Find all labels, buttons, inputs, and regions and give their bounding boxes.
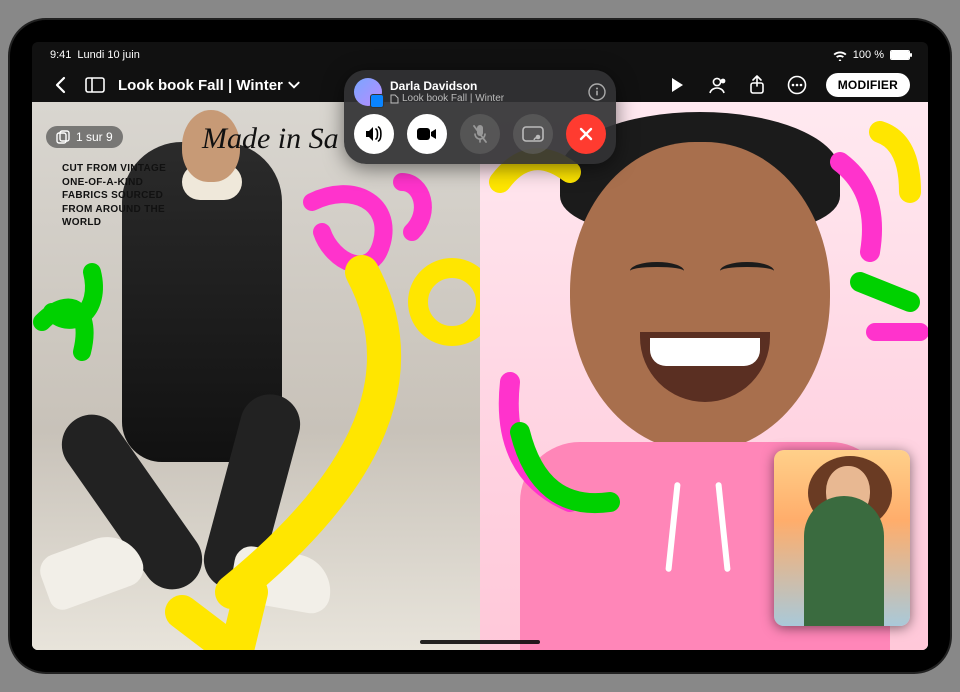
headline-text: Made in Sa: [202, 122, 339, 156]
facetime-avatar: [354, 78, 382, 106]
page-left: Made in Sa CUT FROM VINTAGE ONE-OF-A-KIN…: [32, 102, 480, 650]
facetime-info-button[interactable]: [588, 83, 606, 101]
battery-percent: 100 %: [853, 49, 884, 61]
chevron-down-icon: [287, 78, 301, 92]
facetime-subtitle: Look book Fall | Winter: [402, 93, 504, 104]
document-icon: [390, 94, 399, 104]
collaborate-button[interactable]: [706, 74, 728, 96]
speaker-button[interactable]: [354, 114, 394, 154]
sidebar-icon[interactable]: [84, 74, 106, 96]
doc-title[interactable]: Look book Fall | Winter: [118, 77, 301, 94]
side-text: CUT FROM VINTAGE ONE-OF-A-KIND FABRICS S…: [62, 162, 172, 230]
more-button[interactable]: [786, 74, 808, 96]
status-time: 9:41: [50, 49, 71, 61]
mute-button[interactable]: [460, 114, 500, 154]
facetime-hud[interactable]: Darla Davidson Look book Fall | Winter: [344, 70, 616, 164]
portrait-figure: [570, 142, 830, 452]
status-date: Lundi 10 juin: [77, 49, 139, 61]
status-bar: 9:41 Lundi 10 juin 100 %: [32, 46, 928, 64]
page-counter[interactable]: 1 sur 9: [46, 126, 123, 148]
shareplay-button[interactable]: [513, 114, 553, 154]
home-indicator: [420, 640, 540, 644]
status-right: 100 %: [833, 49, 910, 61]
end-call-button[interactable]: [566, 114, 606, 154]
doc-title-text: Look book Fall | Winter: [118, 77, 283, 94]
facetime-name: Darla Davidson: [390, 80, 580, 93]
play-button[interactable]: [666, 74, 688, 96]
facetime-self-view[interactable]: [774, 450, 910, 626]
pages-icon: [56, 130, 70, 144]
page-counter-label: 1 sur 9: [76, 130, 113, 144]
edit-label: MODIFIER: [838, 78, 898, 92]
wifi-icon: [833, 50, 847, 61]
screen: 9:41 Lundi 10 juin 100 % Look book Fall …: [32, 42, 928, 650]
status-left: 9:41 Lundi 10 juin: [50, 49, 140, 61]
edit-button[interactable]: MODIFIER: [826, 73, 910, 97]
camera-button[interactable]: [407, 114, 447, 154]
share-button[interactable]: [746, 74, 768, 96]
battery-icon: [890, 50, 910, 60]
back-button[interactable]: [50, 74, 72, 96]
ipad-frame: 9:41 Lundi 10 juin 100 % Look book Fall …: [10, 20, 950, 672]
